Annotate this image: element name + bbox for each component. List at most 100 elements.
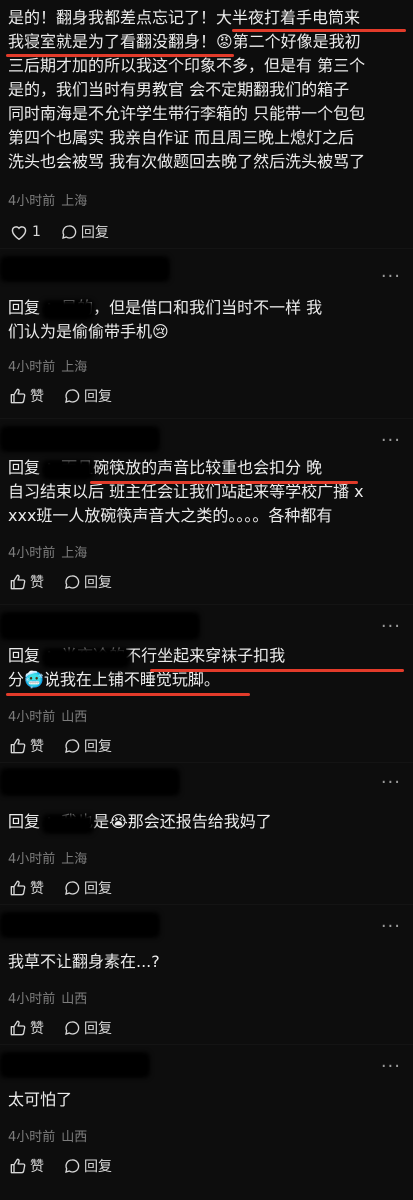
like-button[interactable]: 1 [10, 224, 41, 240]
timestamp: 4小时前 [8, 194, 56, 209]
reply-button[interactable]: 回复 [64, 878, 112, 898]
comment-line: xxx班一人放碗筷声音大之类的。。。。各种都有 [8, 506, 333, 525]
comment-line: 们认为是偷偷带手机😢 [8, 322, 169, 341]
thumbs-up-icon [10, 738, 26, 754]
highlight-underline [6, 54, 234, 57]
timestamp: 4小时前 [8, 360, 56, 375]
timestamp: 4小时前 [8, 992, 56, 1007]
divider [0, 604, 413, 605]
comment-actions: 赞 回复 [10, 736, 132, 756]
location: 山西 [61, 992, 88, 1007]
reply-button[interactable]: 回复 [64, 736, 112, 756]
reply-button[interactable]: 回复 [64, 1018, 112, 1038]
timestamp: 4小时前 [8, 546, 56, 561]
thumbs-up-icon [10, 388, 26, 404]
reply-label: 回复 [84, 881, 112, 897]
comment-line: 是的，我们当时有男教官 会不定期翻我们的箱子 [8, 80, 350, 99]
location: 上海 [61, 546, 88, 561]
like-button[interactable]: 赞 [10, 1018, 44, 1038]
like-label: 赞 [30, 1159, 44, 1175]
thumbs-up-icon [10, 1020, 26, 1036]
comment-meta: 4小时前 山西 [8, 1126, 87, 1145]
location: 上海 [61, 852, 88, 867]
comment-line: 洗头也会被骂 我有次做题回去晚了然后洗头被骂了 [8, 152, 366, 171]
timestamp: 4小时前 [8, 710, 56, 725]
reply-button[interactable]: 回复 [61, 222, 109, 242]
comment-line: 太可怕了 [8, 1090, 73, 1109]
more-options-button[interactable]: ··· [381, 1056, 401, 1077]
heart-icon [11, 226, 27, 240]
comment-meta: 4小时前 上海 [8, 356, 87, 375]
reply-label: 回复 [80, 225, 109, 241]
comment-line: 我草不让翻身素在...? [8, 952, 160, 971]
like-button[interactable]: 赞 [10, 572, 44, 592]
reply-label: 回复 [84, 575, 112, 591]
comment-meta: 4小时前 上海 [8, 848, 87, 867]
more-options-button[interactable]: ··· [381, 430, 401, 451]
divider [0, 904, 413, 905]
chat-bubble-icon [65, 739, 80, 753]
like-button[interactable]: 赞 [10, 386, 44, 406]
like-count: 1 [32, 224, 41, 240]
chat-bubble-icon [65, 881, 80, 895]
redacted-username [42, 300, 94, 320]
highlight-underline [6, 693, 250, 696]
more-options-button[interactable]: ··· [381, 916, 401, 937]
redacted-username [42, 460, 94, 480]
like-button[interactable]: 赞 [10, 878, 44, 898]
reply-label: 回复 [84, 1021, 112, 1037]
location: 上海 [61, 194, 88, 209]
like-button[interactable]: 赞 [10, 1156, 44, 1176]
thumbs-up-icon [10, 1158, 26, 1174]
chat-bubble-icon [65, 575, 80, 589]
comment-actions: 1 回复 [10, 222, 129, 242]
like-label: 赞 [30, 881, 44, 897]
comment-text: 太可怕了 [8, 1088, 408, 1112]
comment-meta: 4小时前 山西 [8, 706, 87, 725]
timestamp: 4小时前 [8, 852, 56, 867]
redacted-username [42, 814, 94, 834]
reply-button[interactable]: 回复 [64, 1156, 112, 1176]
redacted-avatar-area [0, 256, 170, 282]
timestamp: 4小时前 [8, 1130, 56, 1145]
comment-meta: 4小时前 上海 [8, 542, 87, 561]
redacted-username [42, 648, 130, 668]
comment-actions: 赞 回复 [10, 572, 132, 592]
comment-line: 三后期才加的所以我这个印象不多，但是有 第三个 [8, 56, 366, 75]
chat-bubble-icon [65, 1021, 80, 1035]
thumbs-up-icon [10, 574, 26, 590]
divider [0, 418, 413, 419]
location: 上海 [61, 360, 88, 375]
reply-label: 回复 [84, 1159, 112, 1175]
reply-label: 回复 [84, 389, 112, 405]
divider [0, 1044, 413, 1045]
location: 山西 [61, 710, 88, 725]
like-label: 赞 [30, 575, 44, 591]
comment-actions: 赞 回复 [10, 386, 132, 406]
highlight-underline [150, 669, 404, 672]
thumbs-up-icon [10, 880, 26, 896]
more-options-button[interactable]: ··· [381, 266, 401, 287]
like-button[interactable]: 赞 [10, 736, 44, 756]
more-options-button[interactable]: ··· [381, 772, 401, 793]
comment-meta: 4小时前 山西 [8, 988, 87, 1007]
location: 山西 [61, 1130, 88, 1145]
like-label: 赞 [30, 389, 44, 405]
chat-bubble-icon [65, 389, 80, 403]
redacted-avatar-area [0, 912, 160, 938]
reply-button[interactable]: 回复 [64, 572, 112, 592]
comment-actions: 赞 回复 [10, 1018, 132, 1038]
like-label: 赞 [30, 1021, 44, 1037]
redacted-avatar-area [0, 768, 180, 796]
redacted-avatar-area [0, 1052, 150, 1078]
chat-bubble-icon [62, 225, 77, 239]
comment-line: 同时南海是不允许学生带行李箱的 只能带一个包包 [8, 104, 366, 123]
comment-line: 第四个也属实 我亲自作证 而且周三晚上熄灯之后 [8, 128, 355, 147]
highlight-underline [232, 29, 406, 32]
comment-meta: 4小时前 上海 [8, 190, 87, 209]
comment-actions: 赞 回复 [10, 1156, 132, 1176]
reply-button[interactable]: 回复 [64, 386, 112, 406]
chat-bubble-icon [65, 1159, 80, 1173]
redacted-avatar-area [0, 426, 160, 452]
more-options-button[interactable]: ··· [381, 616, 401, 637]
